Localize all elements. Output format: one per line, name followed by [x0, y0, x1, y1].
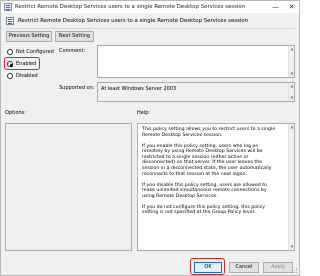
radio-label: Disabled — [16, 73, 38, 79]
resize-grip-icon[interactable] — [291, 267, 297, 273]
help-label: Help: — [137, 110, 151, 116]
policy-setting-icon — [6, 17, 14, 25]
options-label: Options: — [5, 110, 26, 116]
help-paragraph: This policy setting allows you to restri… — [142, 127, 276, 138]
ok-button[interactable]: OK — [194, 262, 222, 273]
help-scrollbar[interactable]: ▲ ▼ — [288, 124, 294, 250]
minimize-icon[interactable]: — — [268, 1, 283, 13]
radio-circle[interactable] — [7, 61, 13, 67]
next-setting-button[interactable]: Next Setting — [55, 31, 94, 42]
help-panel[interactable]: This policy setting allows you to restri… — [137, 123, 295, 251]
scroll-down-icon[interactable]: ▼ — [289, 95, 295, 101]
close-icon[interactable]: ✕ — [284, 1, 299, 13]
radio-circle[interactable] — [7, 73, 13, 79]
help-paragraph: If you do not configure this policy sett… — [142, 204, 266, 216]
supported-on-field: At least Windows Server 2003 ▲ ▼ — [97, 82, 295, 102]
comment-scrollbar[interactable]: ▲ ▼ — [288, 46, 294, 77]
window-title: Restrict Remote Desktop Services users t… — [15, 4, 246, 10]
help-text: This policy setting allows you to restri… — [142, 127, 276, 221]
cancel-button[interactable]: Cancel — [229, 262, 259, 273]
scroll-up-icon[interactable]: ▲ — [289, 124, 294, 130]
previous-setting-button[interactable]: Previous Setting — [6, 31, 52, 42]
comment-textarea[interactable]: ▲ ▼ — [97, 45, 295, 78]
radio-label: Enabled — [16, 61, 37, 67]
help-paragraph: If you disable this policy setting, user… — [142, 182, 267, 199]
options-panel — [5, 123, 132, 251]
scroll-down-icon[interactable]: ▼ — [289, 71, 295, 77]
policy-dialog-window: Restrict Remote Desktop Services users t… — [0, 0, 300, 276]
radio-selected-dot — [9, 63, 13, 67]
policy-app-icon — [4, 3, 12, 11]
help-paragraph: If you enable this policy setting, users… — [142, 143, 272, 177]
scroll-down-icon[interactable]: ▼ — [289, 244, 294, 250]
comment-label: Comment: — [59, 48, 86, 54]
supported-on-value: At least Windows Server 2003 — [101, 86, 177, 92]
title-bar[interactable]: Restrict Remote Desktop Services users t… — [1, 1, 299, 13]
scroll-up-icon[interactable]: ▲ — [289, 46, 295, 52]
policy-name-heading: Restrict Remote Desktop Services users t… — [18, 18, 249, 24]
header-divider — [5, 28, 295, 29]
radio-circle[interactable] — [7, 49, 13, 55]
apply-button[interactable]: Apply — [263, 262, 293, 273]
supported-on-scrollbar[interactable]: ▲ ▼ — [288, 83, 294, 101]
scroll-up-icon[interactable]: ▲ — [289, 83, 295, 89]
supported-on-label: Supported on: — [59, 85, 95, 91]
radio-label: Not Configured — [16, 49, 54, 55]
